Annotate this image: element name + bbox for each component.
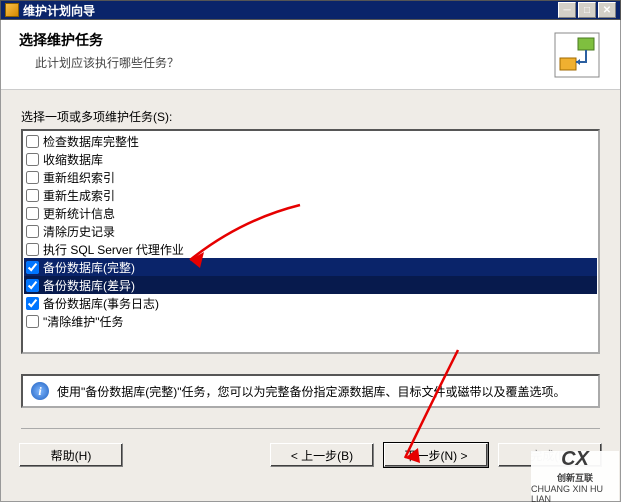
task-row[interactable]: 备份数据库(事务日志) [24, 294, 597, 312]
task-label: 检查数据库完整性 [43, 133, 139, 150]
task-checkbox[interactable] [26, 261, 39, 274]
next-button[interactable]: 下一步(N) > [384, 443, 488, 467]
hint-box: i 使用"备份数据库(完整)"任务，您可以为完整备份指定源数据库、目标文件或磁带… [21, 374, 600, 408]
task-checkbox[interactable] [26, 153, 39, 166]
task-label: 清除历史记录 [43, 223, 115, 240]
client-area: 选择维护任务 此计划应该执行哪些任务？ 选择一项或多项维护任务(S): 检查数据… [0, 20, 621, 502]
watermark-brand-cn: 创新互联 [557, 471, 593, 484]
task-checkbox[interactable] [26, 135, 39, 148]
app-icon [5, 3, 19, 17]
task-row[interactable]: 执行 SQL Server 代理作业 [24, 240, 597, 258]
watermark: CX 创新互联 CHUANG XIN HU LIAN [531, 451, 619, 501]
page-title: 选择维护任务 [19, 30, 552, 50]
task-checkbox[interactable] [26, 207, 39, 220]
task-checkbox[interactable] [26, 315, 39, 328]
close-button[interactable]: ✕ [598, 2, 616, 18]
task-row[interactable]: 收缩数据库 [24, 150, 597, 168]
task-checkbox[interactable] [26, 297, 39, 310]
window-title: 维护计划向导 [23, 2, 95, 19]
task-row[interactable]: 重新组织索引 [24, 168, 597, 186]
minimize-button[interactable]: ─ [558, 2, 576, 18]
task-label: 备份数据库(差异) [43, 277, 135, 294]
task-checkbox[interactable] [26, 243, 39, 256]
hint-text: 使用"备份数据库(完整)"任务，您可以为完整备份指定源数据库、目标文件或磁带以及… [57, 383, 566, 400]
wizard-art-icon [552, 30, 602, 80]
task-label: 备份数据库(事务日志) [43, 295, 159, 312]
task-checkbox[interactable] [26, 189, 39, 202]
help-button[interactable]: 帮助(H) [19, 443, 123, 467]
task-listbox[interactable]: 检查数据库完整性 收缩数据库 重新组织索引 重新生成索引 更新统计信息 清除历史… [21, 129, 600, 354]
task-checkbox[interactable] [26, 171, 39, 184]
task-label: 重新生成索引 [43, 187, 115, 204]
task-row[interactable]: "清除维护"任务 [24, 312, 597, 330]
task-label: 更新统计信息 [43, 205, 115, 222]
task-row[interactable]: 备份数据库(差异) [24, 276, 597, 294]
task-row[interactable]: 检查数据库完整性 [24, 132, 597, 150]
info-icon: i [31, 382, 49, 400]
button-bar: 帮助(H) < 上一步(B) 下一步(N) > 完成(F) 取消 [1, 443, 620, 477]
task-row[interactable]: 清除历史记录 [24, 222, 597, 240]
title-bar: 维护计划向导 ─ □ ✕ [0, 0, 621, 20]
task-row-selected[interactable]: 备份数据库(完整) [24, 258, 597, 276]
task-row[interactable]: 更新统计信息 [24, 204, 597, 222]
task-label: 收缩数据库 [43, 151, 103, 168]
back-button[interactable]: < 上一步(B) [270, 443, 374, 467]
task-label: "清除维护"任务 [43, 313, 124, 330]
page-subtitle: 此计划应该执行哪些任务？ [35, 54, 552, 71]
task-checkbox[interactable] [26, 279, 39, 292]
list-label: 选择一项或多项维护任务(S): [21, 108, 600, 125]
watermark-logo-icon: CX [561, 448, 589, 471]
task-row[interactable]: 重新生成索引 [24, 186, 597, 204]
task-checkbox[interactable] [26, 225, 39, 238]
separator [21, 428, 600, 429]
wizard-header: 选择维护任务 此计划应该执行哪些任务？ [1, 20, 620, 90]
watermark-brand-en: CHUANG XIN HU LIAN [531, 484, 619, 504]
maximize-button[interactable]: □ [578, 2, 596, 18]
task-label: 备份数据库(完整) [43, 259, 135, 276]
task-label: 重新组织索引 [43, 169, 115, 186]
task-label: 执行 SQL Server 代理作业 [43, 241, 184, 258]
